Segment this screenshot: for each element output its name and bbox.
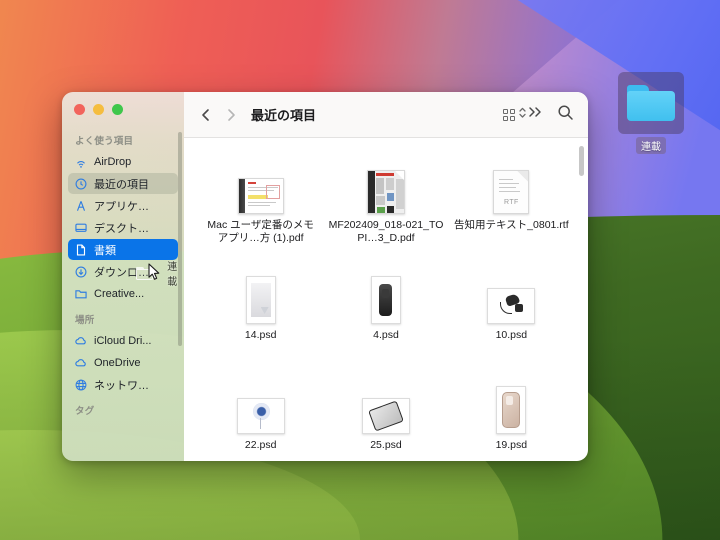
- file-thumbnail: RTF: [453, 148, 569, 214]
- minimize-button[interactable]: [93, 104, 104, 115]
- file-item[interactable]: 10.psd: [453, 258, 569, 368]
- file-thumbnail: [203, 368, 319, 434]
- sidebar-item-label: デスクト…: [94, 222, 149, 235]
- file-item[interactable]: Mac ユーザ定番のメモアプリ…方 (1).pdf: [203, 148, 319, 258]
- sidebar-item-airdrop[interactable]: AirDrop: [68, 151, 178, 172]
- sidebar-section-locations: 場所: [75, 315, 95, 326]
- sidebar-item-label: AirDrop: [94, 155, 132, 168]
- icon-grid-view-icon[interactable]: [503, 108, 515, 121]
- desktop-icon: [74, 221, 88, 235]
- file-item[interactable]: 22.psd: [203, 368, 319, 461]
- sidebar-item-label: ダウンロ…: [94, 266, 149, 279]
- file-thumbnail: [328, 368, 444, 434]
- view-mode-control[interactable]: [503, 105, 527, 125]
- clock-icon: [74, 177, 88, 191]
- sidebar-item-creative[interactable]: Creative...: [68, 283, 178, 304]
- file-thumbnail: [328, 148, 444, 214]
- file-item[interactable]: MF202409_018-021_TOPI…3_D.pdf: [328, 148, 444, 258]
- cloud-icon: [74, 356, 88, 370]
- close-button[interactable]: [74, 104, 85, 115]
- file-thumbnail: [453, 258, 569, 324]
- sidebar-item-applications[interactable]: アプリケ…: [68, 195, 178, 216]
- document-icon: [74, 243, 88, 257]
- sidebar-item-label: 書類: [94, 244, 116, 257]
- file-item[interactable]: 19.psd: [453, 368, 569, 461]
- sidebar-item-label: OneDrive: [94, 356, 141, 369]
- sidebar-scrollbar[interactable]: [178, 132, 182, 346]
- file-name: 14.psd: [244, 329, 277, 341]
- applications-icon: [74, 199, 88, 213]
- desktop-folder-item[interactable]: 連載: [615, 72, 687, 155]
- sidebar-item-label: ネットワ…: [94, 379, 149, 392]
- folder-icon[interactable]: [618, 72, 684, 134]
- desktop-folder-label: 連載: [636, 137, 666, 154]
- chevron-updown-icon[interactable]: [518, 105, 527, 125]
- file-name: 10.psd: [495, 329, 528, 341]
- sidebar-section-tags: タグ: [75, 406, 95, 417]
- file-name: MF202409_018-021_TOPI…3_D.pdf: [328, 219, 444, 245]
- sidebar-section-favorites: よく使う項目: [75, 136, 134, 147]
- sidebar-item-label: 最近の項目: [94, 178, 149, 191]
- finder-toolbar[interactable]: 最近の項目: [184, 92, 588, 138]
- desktop: 連載 よく使う項目 AirDrop 最近の項目 アプリケ… デスクト… 書類 ダ…: [0, 0, 720, 540]
- file-item[interactable]: 4.psd: [328, 258, 444, 368]
- finder-main-pane: 最近の項目 Mac ユーザ定番のメモアプリ…方 (1).pdf MF202409…: [184, 92, 588, 461]
- file-name: Mac ユーザ定番のメモアプリ…方 (1).pdf: [207, 219, 314, 245]
- forward-button[interactable]: [223, 107, 239, 123]
- file-name: 告知用テキスト_0801.rtf: [454, 219, 569, 231]
- sidebar-item-desktop[interactable]: デスクト…: [68, 217, 178, 238]
- downloads-icon: [74, 265, 88, 279]
- sidebar-item-onedrive[interactable]: OneDrive: [68, 352, 178, 373]
- maximize-button[interactable]: [112, 104, 123, 115]
- file-thumbnail: [203, 258, 319, 324]
- search-icon[interactable]: [557, 104, 574, 126]
- finder-window[interactable]: よく使う項目 AirDrop 最近の項目 アプリケ… デスクト… 書類 ダウンロ…: [62, 92, 588, 461]
- sidebar-item-label: アプリケ…: [94, 200, 149, 213]
- file-item[interactable]: 14.psd: [203, 258, 319, 368]
- file-name: 25.psd: [370, 439, 402, 451]
- back-button[interactable]: [198, 107, 214, 123]
- file-name: 22.psd: [244, 439, 277, 451]
- window-controls[interactable]: [74, 104, 123, 115]
- more-toolbar-items-button[interactable]: [527, 105, 543, 124]
- sidebar-item-icloud-drive[interactable]: iCloud Dri...: [68, 330, 178, 351]
- window-title: 最近の項目: [251, 108, 317, 123]
- airdrop-icon: [74, 155, 88, 169]
- sidebar-item-label: iCloud Dri...: [94, 334, 152, 347]
- sidebar-item-label: Creative...: [94, 287, 145, 300]
- file-name: 4.psd: [373, 329, 399, 341]
- sidebar-item-recents[interactable]: 最近の項目: [68, 173, 178, 194]
- file-item[interactable]: 25.psd: [328, 368, 444, 461]
- sidebar-item-network[interactable]: ネットワ…: [68, 374, 178, 395]
- sidebar-item-downloads[interactable]: ダウンロ…: [68, 261, 178, 282]
- sidebar-item-documents[interactable]: 書類: [68, 239, 178, 260]
- file-thumbnail: [453, 368, 569, 434]
- finder-sidebar[interactable]: よく使う項目 AirDrop 最近の項目 アプリケ… デスクト… 書類 ダウンロ…: [62, 92, 184, 461]
- file-name: 19.psd: [495, 439, 528, 451]
- file-item[interactable]: RTF 告知用テキスト_0801.rtf: [453, 148, 569, 258]
- file-thumbnail: [328, 258, 444, 324]
- folder-icon: [74, 287, 88, 301]
- file-grid[interactable]: Mac ユーザ定番のメモアプリ…方 (1).pdf MF202409_018-0…: [184, 138, 588, 461]
- file-grid-scrollbar[interactable]: [579, 146, 584, 176]
- file-thumbnail: [203, 148, 319, 214]
- network-icon: [74, 378, 88, 392]
- cloud-icon: [74, 334, 88, 348]
